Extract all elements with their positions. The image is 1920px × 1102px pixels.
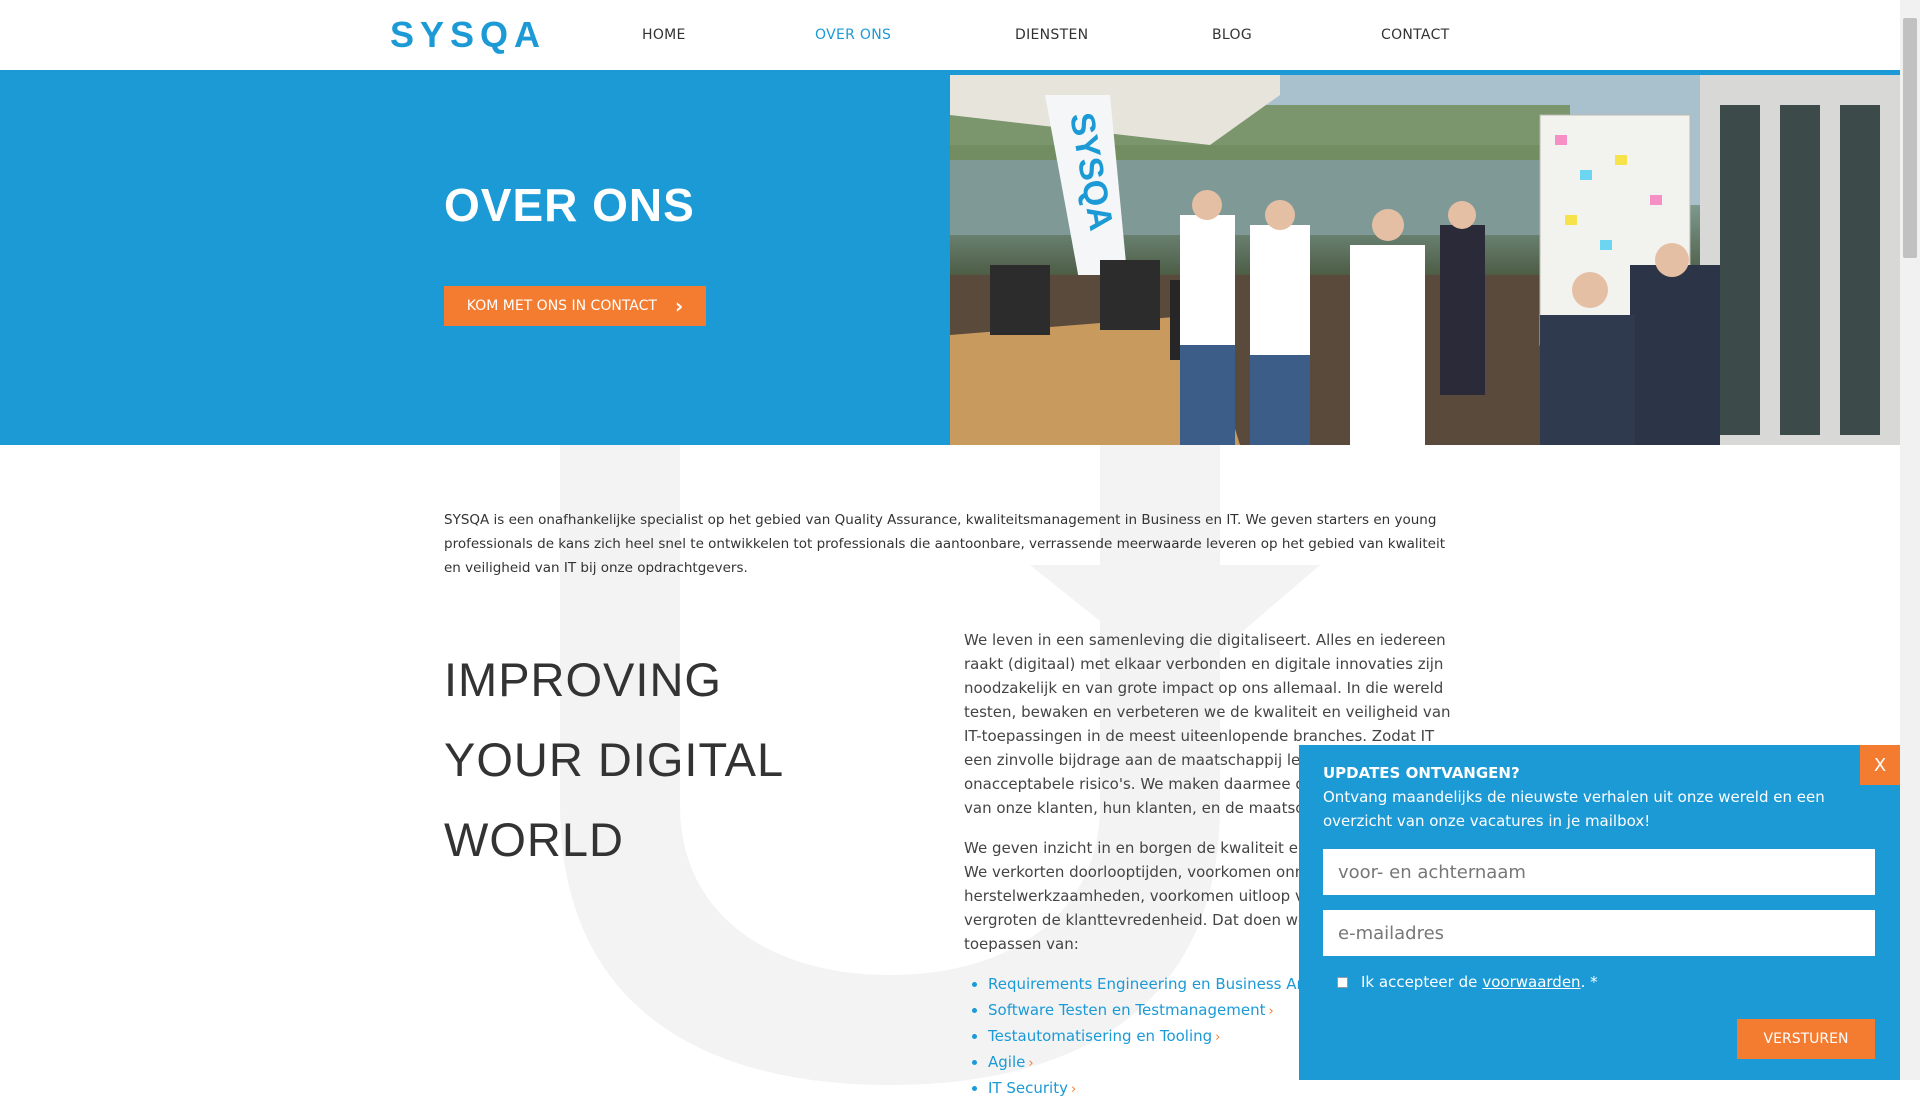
popup-description: Ontvang maandelijks de nieuwste verhalen… — [1323, 788, 1825, 830]
page-title: OVER ONS — [444, 179, 695, 231]
contact-cta-label: KOM MET ONS IN CONTACT — [466, 298, 657, 314]
nav-contact[interactable]: CONTACT — [1381, 27, 1450, 43]
email-input[interactable] — [1323, 910, 1875, 956]
arrow-right-icon: › — [1028, 1056, 1034, 1071]
nav-diensten[interactable]: DIENSTEN — [1015, 27, 1088, 43]
heading-line-1: IMPROVING — [444, 653, 722, 706]
page-scrollbar[interactable] — [1900, 0, 1920, 1080]
heading-line-3: WORLD — [444, 813, 624, 866]
sysqa-logo[interactable]: SYSQA — [390, 14, 546, 56]
newsletter-popup: UPDATES ONTVANGEN? Ontvang maandelijks d… — [1299, 745, 1900, 1080]
hero-panel — [0, 75, 950, 445]
nav-blog[interactable]: BLOG — [1212, 27, 1252, 43]
service-label: Agile — [988, 1053, 1026, 1071]
consent-required-mark: . * — [1580, 973, 1598, 991]
arrow-right-icon: › — [1215, 1030, 1221, 1045]
site-header: SYSQA HOME OVER ONS DIENSTEN BLOG CONTAC… — [0, 0, 1900, 75]
consent-label: Ik accepteer de — [1361, 973, 1478, 991]
intro-text: SYSQA is een onafhankelijke specialist o… — [444, 512, 1446, 576]
arrow-right-icon: › — [1070, 1082, 1077, 1097]
close-popup-button[interactable]: X — [1860, 745, 1900, 785]
contact-cta-button[interactable]: KOM MET ONS IN CONTACT › — [444, 286, 706, 326]
consent-row: Ik accepteer de voorwaarden . * — [1337, 973, 1598, 991]
name-input[interactable] — [1323, 849, 1875, 895]
heading-line-2: YOUR DIGITAL — [444, 733, 785, 786]
section-heading: IMPROVING YOUR DIGITAL WORLD — [444, 640, 784, 880]
consent-checkbox[interactable] — [1337, 976, 1348, 988]
service-label: Requirements Engineering en Business Ana… — [988, 975, 1346, 993]
team-photo: SYSQA — [950, 75, 1900, 445]
popup-title: UPDATES ONTVANGEN? — [1323, 764, 1520, 782]
arrow-right-icon: › — [1268, 1004, 1274, 1019]
nav-home[interactable]: HOME — [642, 27, 686, 43]
service-label: Testautomatisering en Tooling — [988, 1027, 1213, 1045]
team-photo-illustration: SYSQA — [950, 75, 1900, 445]
chevron-right-icon: › — [674, 294, 684, 318]
submit-button[interactable]: VERSTUREN — [1737, 1019, 1875, 1059]
scrollbar-thumb[interactable] — [1903, 18, 1917, 258]
terms-link[interactable]: voorwaarden — [1482, 973, 1580, 991]
nav-over-ons[interactable]: OVER ONS — [815, 27, 891, 43]
service-label: Software Testen en Testmanagement — [988, 1001, 1266, 1019]
service-label: IT Security — [988, 1079, 1068, 1097]
